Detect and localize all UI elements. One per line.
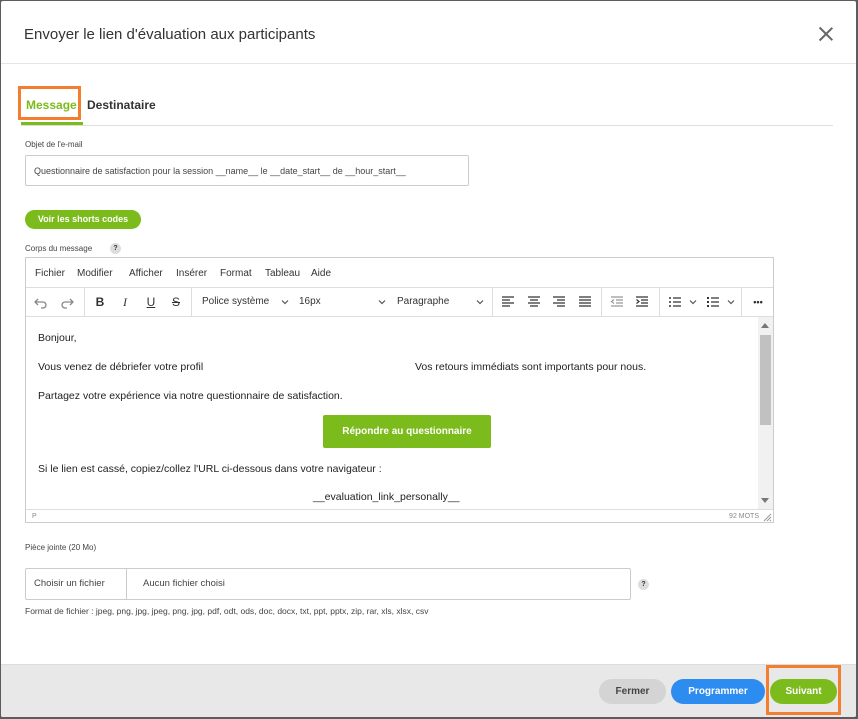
body-label: Corps du message xyxy=(25,244,93,253)
editor-toolbar: B I U S Police système 16px Paragraphe •… xyxy=(26,288,773,317)
indent-icon[interactable] xyxy=(635,295,649,309)
menu-tableau[interactable]: Tableau xyxy=(265,268,300,279)
underline-button[interactable]: U xyxy=(144,295,158,309)
highlight-box-next-button xyxy=(766,665,841,715)
toolbar-separator xyxy=(601,288,602,317)
scroll-thumb[interactable] xyxy=(760,335,771,425)
more-options-button[interactable]: ••• xyxy=(750,295,766,309)
editor-content[interactable]: Bonjour, Vous venez de débriefer votre p… xyxy=(26,317,759,509)
editor-statusbar: P 92 MOTS xyxy=(26,509,773,523)
align-center-icon[interactable] xyxy=(527,295,541,309)
help-icon[interactable]: ? xyxy=(638,579,649,590)
menu-afficher[interactable]: Afficher xyxy=(129,268,163,279)
menu-fichier[interactable]: Fichier xyxy=(35,268,65,279)
modal-header: Envoyer le lien d'évaluation aux partici… xyxy=(1,1,856,64)
align-left-icon[interactable] xyxy=(501,295,515,309)
bullet-list-icon[interactable] xyxy=(706,295,720,309)
italic-button[interactable]: I xyxy=(118,295,132,309)
attachment-label: Pièce jointe (20 Mo) xyxy=(25,543,97,552)
chevron-down-icon[interactable] xyxy=(377,297,387,307)
menu-aide[interactable]: Aide xyxy=(311,268,331,279)
highlight-box-message-tab xyxy=(18,86,81,120)
modal-title: Envoyer le lien d'évaluation aux partici… xyxy=(24,26,316,43)
tab-destinataire[interactable]: Destinataire xyxy=(87,98,156,112)
choose-file-button[interactable]: Choisir un fichier xyxy=(26,569,127,599)
element-path: P xyxy=(32,513,37,520)
bold-button[interactable]: B xyxy=(93,295,107,309)
body-line-1-left: Vous venez de débriefer votre profil xyxy=(38,361,204,373)
scroll-down-icon[interactable] xyxy=(761,498,769,503)
editor-menubar: Fichier Modifier Afficher Insérer Format… xyxy=(26,258,773,288)
menu-format[interactable]: Format xyxy=(220,268,252,279)
menu-inserer[interactable]: Insérer xyxy=(176,268,207,279)
menu-modifier[interactable]: Modifier xyxy=(77,268,113,279)
chevron-down-icon[interactable] xyxy=(688,297,698,307)
questionnaire-cta-button[interactable]: Répondre au questionnaire xyxy=(323,415,491,448)
toolbar-separator xyxy=(191,288,192,317)
font-size-select[interactable]: 16px xyxy=(299,296,321,307)
rich-text-editor: Fichier Modifier Afficher Insérer Format… xyxy=(25,257,774,523)
schedule-button[interactable]: Programmer xyxy=(671,679,765,704)
body-line-3: Si le lien est cassé, copiez/collez l'UR… xyxy=(38,463,382,475)
help-icon[interactable]: ? xyxy=(110,243,121,254)
allowed-formats-text: Format de fichier : jpeg, png, jpg, jpeg… xyxy=(25,606,429,616)
editor-scrollbar[interactable] xyxy=(758,317,773,509)
align-right-icon[interactable] xyxy=(552,295,566,309)
close-button[interactable]: Fermer xyxy=(599,679,666,704)
no-file-text: Aucun fichier choisi xyxy=(143,578,225,589)
body-line-1-right: Vos retours immédiats sont importants po… xyxy=(415,361,647,373)
greeting-text: Bonjour, xyxy=(38,332,77,344)
align-justify-icon[interactable] xyxy=(578,295,592,309)
toolbar-separator xyxy=(492,288,493,317)
block-format-select[interactable]: Paragraphe xyxy=(397,296,449,307)
toolbar-separator xyxy=(84,288,85,317)
close-icon[interactable] xyxy=(818,26,834,42)
strikethrough-button[interactable]: S xyxy=(169,295,183,309)
toolbar-separator xyxy=(741,288,742,317)
evaluation-link-modal: Envoyer le lien d'évaluation aux partici… xyxy=(1,1,856,717)
undo-icon[interactable] xyxy=(34,295,48,309)
file-input[interactable]: Choisir un fichier Aucun fichier choisi xyxy=(25,568,631,600)
toolbar-separator xyxy=(659,288,660,317)
body-line-2: Partagez votre expérience via notre ques… xyxy=(38,390,343,402)
subject-label: Objet de l'e-mail xyxy=(25,140,83,149)
chevron-down-icon[interactable] xyxy=(726,297,736,307)
shortcodes-button[interactable]: Voir les shorts codes xyxy=(25,210,141,229)
outdent-icon[interactable] xyxy=(610,295,624,309)
numbered-list-icon[interactable] xyxy=(668,295,682,309)
font-family-select[interactable]: Police système xyxy=(202,296,269,307)
tab-bar: Message Destinataire xyxy=(21,89,833,126)
chevron-down-icon[interactable] xyxy=(280,297,290,307)
active-tab-indicator xyxy=(21,122,83,125)
subject-input[interactable]: Questionnaire de satisfaction pour la se… xyxy=(25,155,469,186)
evaluation-link-placeholder: __evaluation_link_personally__ xyxy=(313,491,460,503)
resize-handle-icon[interactable] xyxy=(763,513,772,522)
modal-footer: Fermer Programmer Suivant xyxy=(1,664,856,717)
redo-icon[interactable] xyxy=(60,295,74,309)
word-count: 92 MOTS xyxy=(729,513,759,520)
scroll-up-icon[interactable] xyxy=(761,323,769,328)
chevron-down-icon[interactable] xyxy=(475,297,485,307)
